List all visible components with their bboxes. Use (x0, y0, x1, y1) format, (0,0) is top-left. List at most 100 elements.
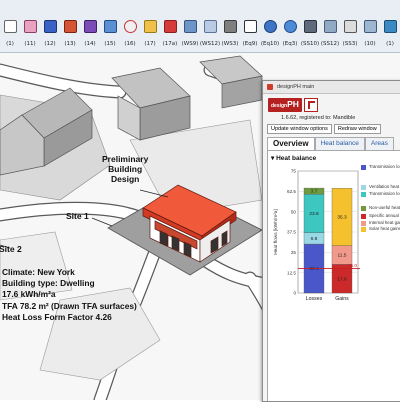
legend-swatch (361, 206, 366, 211)
main-toolbar: (1) (11) (12) (13) (14) (15) (16) (17) (17a) (WS9… (0, 0, 400, 53)
toolbar-button-globe[interactable] (260, 15, 280, 37)
toolbar-button-section-display[interactable] (220, 15, 240, 37)
legend-label: Transmission losses (opaque surfaces inc… (369, 164, 400, 169)
legend-label: Non-useful heat (369, 205, 400, 210)
window-title: designPH main (277, 84, 315, 90)
toolbar-button-push-pull[interactable] (160, 15, 180, 37)
toolbar-button-caption: (16) (124, 41, 136, 47)
bar-data-label: 3.7 (311, 189, 318, 195)
reference-line-label: 15.0 (348, 263, 358, 269)
push-pull-icon (163, 19, 177, 33)
toolbar-button-caption: (WS12) (199, 41, 221, 47)
bar-data-label: 35.3 (337, 215, 347, 221)
toolbar-button-caption: (12) (44, 41, 56, 47)
designph-window: designPH main designPH 1.6.62, registere… (262, 80, 400, 402)
version-registration: 1.6.62, registered to: Mandible (281, 115, 356, 121)
house-mark-icon (303, 98, 318, 112)
toolbar-button-folder[interactable] (140, 15, 160, 37)
toolbar-button-eraser[interactable] (20, 15, 40, 37)
toolbar-button-scenes[interactable] (320, 15, 340, 37)
y-tick-label: 25 (291, 250, 297, 255)
toolbar-button-help[interactable] (120, 15, 140, 37)
category-label: Losses (306, 296, 323, 302)
section-fill-icon (203, 19, 217, 33)
print-icon (343, 19, 357, 33)
summary-building-type: Building type: Dwelling (2, 278, 95, 289)
toolbar-button-caption: (WS9) (181, 41, 199, 47)
toolbar-button-caption: (SS10) (300, 41, 320, 47)
toolbar-button-caption: (10) (364, 41, 376, 47)
preliminary-design-callout: Preliminary Building Design (102, 154, 148, 184)
window-titlebar[interactable]: designPH main (263, 81, 400, 94)
select-arrow-icon (3, 19, 17, 33)
components-icon (83, 19, 97, 33)
paint-bucket-icon (43, 19, 57, 33)
legend-swatch (361, 221, 366, 226)
folder-icon (143, 19, 157, 33)
toolbar-button-caption: (Eq9) (242, 41, 258, 47)
category-label: Gains (335, 296, 349, 302)
move-arrow-icon (243, 19, 257, 33)
toolbar-button-view[interactable] (380, 15, 400, 37)
toolbar-button-paint-bucket[interactable] (40, 15, 60, 37)
overview-panel: ▾ Heat balance 0 12.5 25 37.5 50 62.5 75 Heat f… (267, 150, 400, 401)
walk-icon (103, 19, 117, 33)
toolbar-button-caption: (Eq10) (260, 41, 280, 47)
toolbar-button-caption: (14) (84, 41, 96, 47)
toolbar-button-caption: (11) (24, 41, 36, 47)
eraser-icon (23, 19, 37, 33)
toolbar-button-globe-add[interactable] (280, 15, 300, 37)
toolbar-button-caption: (13) (64, 41, 76, 47)
toolbar-button-components[interactable] (80, 15, 100, 37)
update-window-options-button[interactable]: Update window options (267, 124, 332, 134)
y-tick-label: 12.5 (287, 270, 296, 275)
toolbar-button-caption: (1) (386, 41, 394, 47)
section-plane-icon (183, 19, 197, 33)
scenes-icon (323, 19, 337, 33)
box-icon (63, 19, 77, 33)
home-icon (363, 19, 377, 33)
section-title: Heat balance (276, 155, 317, 162)
redraw-window-button[interactable]: Redraw window (333, 124, 381, 134)
toolbar-button-display-settings[interactable] (300, 15, 320, 37)
toolbar-button-caption: (17) (144, 41, 156, 47)
y-tick-label: 50 (291, 209, 297, 214)
y-tick-label: 37.5 (287, 230, 296, 235)
legend-swatch (361, 192, 366, 197)
toolbar-button-caption: (1) (6, 41, 14, 47)
window-options-row: Update window options Redraw window (267, 124, 381, 134)
toolbar-button-caption: (SS12) (320, 41, 340, 47)
toolbar-button-section-fill[interactable] (200, 15, 220, 37)
toolbar-icon-row (0, 14, 400, 38)
summary-heat-demand: 17.6 kWh/m²a (2, 289, 56, 300)
toolbar-button-section-plane[interactable] (180, 15, 200, 37)
display-settings-icon (303, 19, 317, 33)
legend-swatch (361, 165, 366, 170)
summary-tfa: TFA 78.2 m² (Drawn TFA surfaces) (2, 300, 137, 311)
logo-big-text: PH (287, 99, 299, 110)
toolbar-button-caption: (SS3) (342, 41, 358, 47)
tab-heat-balance[interactable]: Heat balance (314, 137, 365, 150)
tab-overview[interactable]: Overview (267, 137, 315, 150)
summary-form-factor: Heat Loss Form Factor 4.26 (2, 311, 112, 322)
toolbar-button-select-arrow[interactable] (0, 15, 20, 37)
bar-data-label: 11.5 (338, 253, 347, 259)
toolbar-button-move-arrow[interactable] (240, 15, 260, 37)
legend-label: Ventilation heat losses (369, 184, 400, 189)
legend-label: Internal heat gains (369, 220, 400, 225)
toolbar-button-home[interactable] (360, 15, 380, 37)
toolbar-button-caption: (Eq3) (282, 41, 298, 47)
designph-logo: designPH (268, 97, 318, 113)
site-2-label: Site 2 (0, 244, 22, 254)
heat-balance-section-header[interactable]: ▾ Heat balance (271, 154, 316, 162)
globe-icon (263, 19, 277, 33)
designph-app-icon (267, 84, 273, 90)
tab-areas[interactable]: Areas (364, 137, 394, 150)
toolbar-button-walk[interactable] (100, 15, 120, 37)
legend-label: Specific annual heat demand (369, 213, 400, 218)
toolbar-button-box[interactable] (60, 15, 80, 37)
toolbar-button-print[interactable] (340, 15, 360, 37)
bar-data-label: 6.9 (311, 236, 318, 242)
help-icon (123, 19, 137, 33)
view-icon (383, 19, 397, 33)
